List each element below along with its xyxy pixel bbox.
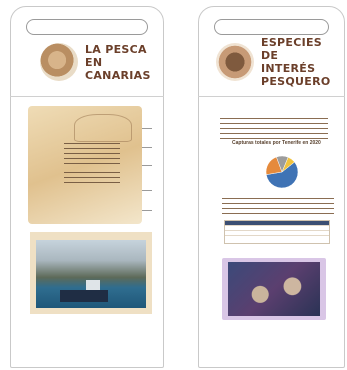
panel2-title: ESPECIES DE INTERÉS PESQUERO [261,36,341,88]
sea-scene [36,240,146,308]
title-line-1: LA PESCA [85,42,147,56]
illustration-text-block [64,141,120,187]
title-line-1: ESPECIES DE [261,36,323,62]
boat-hull [60,290,108,302]
fishermen-scene [228,262,320,316]
title-line-2: INTERÉS PESQUERO [261,62,331,88]
historical-illustration [28,106,142,224]
panel1-title: LA PESCA EN CANARIAS [85,43,151,82]
boat-sketch-icon [74,114,132,142]
title-line-2: EN CANARIAS [85,55,151,82]
leader-line [142,190,152,191]
leader-line [142,210,152,211]
fish-badge-icon [216,43,254,81]
intro-paragraph [220,116,328,143]
table-row [225,235,329,240]
panel1-header: LA PESCA EN CANARIAS [40,42,150,82]
chart-legend-text [222,196,334,218]
panel2-header: ESPECIES DE INTERÉS PESQUERO [216,36,341,88]
fishing-net-badge-icon [40,43,78,81]
leader-line [142,147,152,148]
species-table [224,220,330,244]
hanger-slot [26,19,148,35]
fishing-boat-photo [30,232,152,314]
leader-line [142,165,152,166]
chart-title: Capturas totales por Tenerife en 2020 [232,140,321,146]
divider [198,96,345,97]
divider [10,96,164,97]
leader-line [142,128,152,129]
hanger-slot [214,19,329,35]
fishermen-photo [222,258,326,320]
boat-cabin [86,280,100,290]
